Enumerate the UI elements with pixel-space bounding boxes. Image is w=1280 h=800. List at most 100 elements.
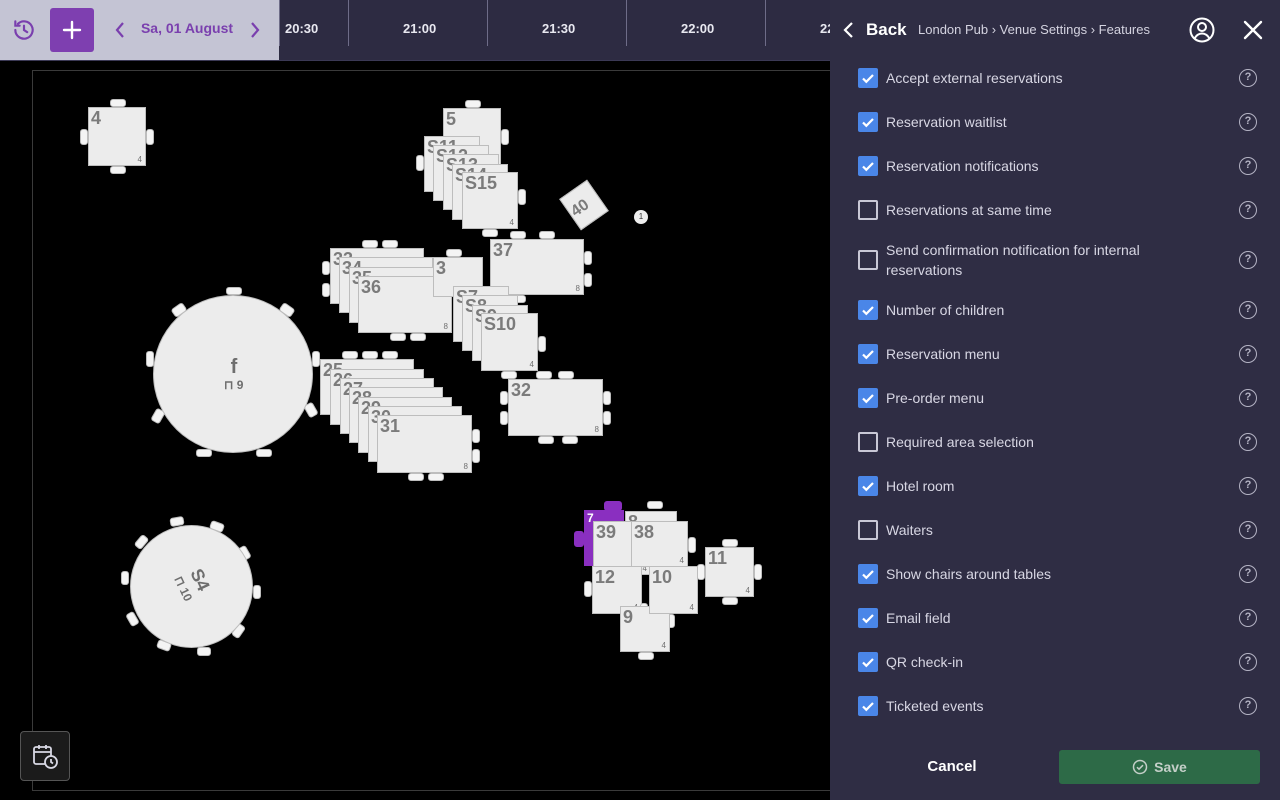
previous-day-button[interactable] [108,14,132,46]
table[interactable]: 31 8 [377,415,472,473]
chair [697,564,705,580]
feature-checkbox[interactable] [858,564,878,584]
table[interactable]: S10 4 [481,313,538,371]
chair [518,189,526,205]
cancel-button[interactable]: Cancel [902,750,1002,784]
table-number: 4 [91,108,102,128]
table[interactable]: 10 4 [649,566,698,614]
help-icon[interactable]: ? [1239,521,1257,539]
table[interactable]: 4 4 [88,107,146,166]
chair [558,371,574,379]
checkmark-icon [862,162,874,172]
next-day-button[interactable] [243,14,267,46]
feature-row[interactable]: Reservations at same time? [830,200,1280,220]
add-reservation-button[interactable] [50,8,94,52]
table[interactable]: S15 4 [462,172,518,229]
feature-label: Reservations at same time [886,202,1052,218]
chair [146,129,154,145]
timeline-time: 22: [820,21,830,36]
chair [110,166,126,174]
checkmark-icon [862,702,874,712]
timeline-time: 20:30 [285,21,319,36]
help-icon[interactable]: ? [1239,433,1257,451]
feature-row[interactable]: Waiters? [830,520,1280,540]
feature-row[interactable]: Reservation notifications? [830,156,1280,176]
chair [446,249,462,257]
chair-icon: ⊓ [224,378,237,392]
feature-row[interactable]: QR check-in? [830,652,1280,672]
back-button[interactable]: Back [842,16,907,44]
help-icon[interactable]: ? [1239,251,1257,269]
help-icon[interactable]: ? [1239,389,1257,407]
feature-checkbox[interactable] [858,156,878,176]
table-capacity: 4 [689,603,694,612]
feature-checkbox[interactable] [858,344,878,364]
close-button[interactable] [1241,18,1265,42]
calendar-button[interactable] [20,731,70,781]
account-button[interactable] [1188,16,1216,44]
floor-plan[interactable]: 4 4 5 S11 S12 S13 S14 S15 4 40 [0,61,852,800]
feature-checkbox[interactable] [858,476,878,496]
chair [362,351,378,359]
round-table[interactable]: f ⊓ 9 [153,295,313,453]
current-date[interactable]: Sa, 01 August [134,20,240,36]
feature-row[interactable]: Send confirmation notification for inter… [830,240,1280,280]
table-number: 40 [567,196,593,221]
feature-row[interactable]: Accept external reservations? [830,68,1280,88]
feature-row[interactable]: Reservation waitlist? [830,112,1280,132]
chevron-left-icon [115,22,124,38]
chair [584,273,592,287]
table-number: 36 [361,277,382,297]
feature-row[interactable]: Ticketed events? [830,696,1280,716]
table[interactable]: 11 4 [705,547,754,597]
feature-checkbox[interactable] [858,112,878,132]
save-button[interactable]: Save [1059,750,1260,784]
chair [382,351,398,359]
chair [390,333,406,341]
help-icon[interactable]: ? [1239,69,1257,87]
help-icon[interactable]: ? [1239,301,1257,319]
help-icon[interactable]: ? [1239,697,1257,715]
feature-row[interactable]: Reservation menu? [830,344,1280,364]
table[interactable]: 32 8 [508,379,603,436]
history-button[interactable] [8,12,40,48]
help-icon[interactable]: ? [1239,113,1257,131]
table[interactable]: 38 4 [631,521,688,567]
feature-checkbox[interactable] [858,432,878,452]
feature-checkbox[interactable] [858,68,878,88]
help-icon[interactable]: ? [1239,345,1257,363]
help-icon[interactable]: ? [1239,201,1257,219]
feature-checkbox[interactable] [858,388,878,408]
timeline-tick [348,0,349,46]
checkmark-icon [862,306,874,316]
feature-row[interactable]: Number of children? [830,300,1280,320]
help-icon[interactable]: ? [1239,565,1257,583]
panel-header: Back London Pub › Venue Settings › Featu… [830,0,1280,61]
help-icon[interactable]: ? [1239,477,1257,495]
feature-row[interactable]: Hotel room? [830,476,1280,496]
date-controls: Sa, 01 August [0,0,279,60]
feature-row[interactable]: Email field? [830,608,1280,628]
round-table[interactable]: S4 ⊓ 10 [130,525,253,648]
count-marker[interactable]: 1 [634,210,648,224]
timeline[interactable]: 20:30 21:00 21:30 22:00 22: [279,0,830,60]
help-icon[interactable]: ? [1239,653,1257,671]
chair [754,564,762,580]
feature-row[interactable]: Pre-order menu? [830,388,1280,408]
feature-checkbox[interactable] [858,300,878,320]
feature-label: Show chairs around tables [886,566,1051,582]
feature-checkbox[interactable] [858,520,878,540]
feature-checkbox[interactable] [858,608,878,628]
feature-row[interactable]: Required area selection? [830,432,1280,452]
table-number: 39 [596,522,617,542]
feature-checkbox[interactable] [858,250,878,270]
feature-checkbox[interactable] [858,696,878,716]
feature-checkbox[interactable] [858,200,878,220]
chair [538,436,554,444]
help-icon[interactable]: ? [1239,157,1257,175]
table-capacity: 8 [594,425,599,434]
help-icon[interactable]: ? [1239,609,1257,627]
checkmark-icon [862,570,874,580]
feature-row[interactable]: Show chairs around tables? [830,564,1280,584]
feature-checkbox[interactable] [858,652,878,672]
